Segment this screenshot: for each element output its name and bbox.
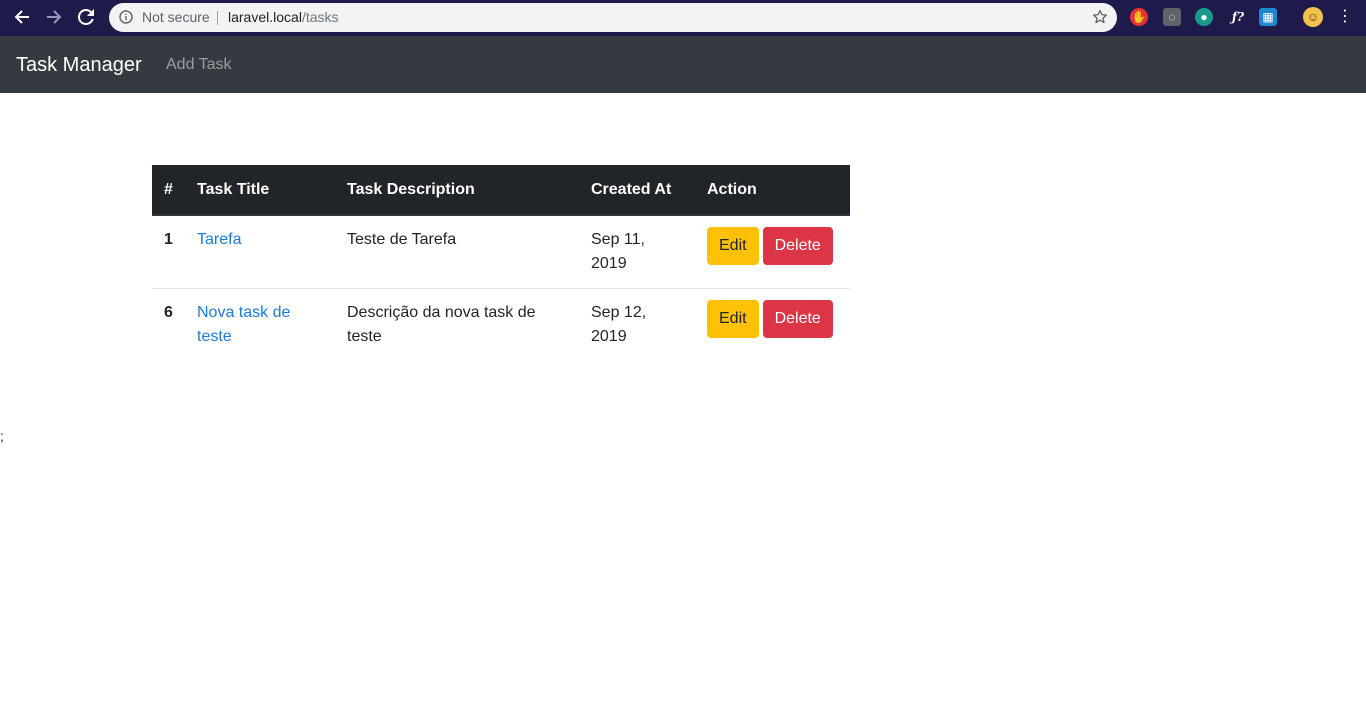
delete-button[interactable]: Delete bbox=[762, 300, 833, 338]
info-icon[interactable] bbox=[119, 10, 133, 24]
task-title-link[interactable]: Tarefa bbox=[197, 231, 241, 248]
brand-link[interactable]: Task Manager bbox=[16, 52, 142, 78]
app-navbar: Task Manager Add Task bbox=[0, 36, 1366, 93]
table-row: 6 Nova task de teste Descrição da nova t… bbox=[152, 288, 850, 361]
header-id: # bbox=[152, 165, 185, 216]
edit-button[interactable]: Edit bbox=[707, 227, 759, 265]
task-created-at: Sep 11, 2019 bbox=[591, 231, 645, 272]
adblock-extension-icon[interactable]: ✋ bbox=[1130, 8, 1148, 26]
menu-icon[interactable]: ⋮ bbox=[1337, 8, 1353, 26]
task-title-cell: Tarefa bbox=[185, 215, 335, 289]
url-path: /tasks bbox=[301, 9, 339, 25]
url-divider bbox=[217, 11, 218, 25]
header-action: Action bbox=[695, 165, 850, 216]
url-host: laravel.local bbox=[228, 9, 302, 25]
forward-button[interactable] bbox=[42, 6, 66, 28]
task-description: Descrição da nova task de teste bbox=[335, 288, 579, 361]
task-id: 1 bbox=[164, 231, 173, 248]
task-description: Teste de Tarefa bbox=[347, 231, 457, 248]
browser-toolbar: Not secure laravel.local/tasks ✋ ◌ ● ƒ? ▦ ☺ ⋮ bbox=[0, 0, 1366, 36]
profile-avatar-icon[interactable]: ☺ bbox=[1303, 7, 1323, 27]
url-text[interactable]: laravel.local/tasks bbox=[228, 3, 339, 32]
task-actions: Edit Delete bbox=[695, 215, 850, 289]
task-created-at: Sep 12, 2019 bbox=[579, 288, 695, 361]
reload-icon bbox=[78, 9, 94, 25]
task-id: 6 bbox=[152, 288, 185, 361]
add-task-link[interactable]: Add Task bbox=[166, 55, 232, 75]
tasks-table: # Task Title Task Description Created At… bbox=[152, 165, 850, 361]
back-button[interactable] bbox=[10, 6, 34, 28]
address-bar[interactable]: Not secure laravel.local/tasks bbox=[109, 3, 1117, 32]
header-description: Task Description bbox=[335, 165, 579, 216]
table-row: 1 Tarefa Teste de Tarefa Sep 11, 2019 Ed… bbox=[152, 215, 850, 289]
bookmark-star-icon[interactable] bbox=[1092, 9, 1108, 25]
stray-text: ; bbox=[0, 428, 4, 444]
task-actions: Edit Delete bbox=[695, 288, 850, 361]
task-title-link[interactable]: Nova task de teste bbox=[197, 304, 290, 345]
header-created-at: Created At bbox=[579, 165, 695, 216]
security-label[interactable]: Not secure bbox=[142, 3, 210, 32]
table-header: # Task Title Task Description Created At… bbox=[152, 165, 850, 216]
reload-button[interactable] bbox=[74, 6, 98, 28]
edit-button[interactable]: Edit bbox=[707, 300, 759, 338]
trello-extension-icon[interactable]: ▦ bbox=[1259, 8, 1277, 26]
task-title-cell: Nova task de teste bbox=[185, 288, 335, 361]
palette-extension-icon[interactable]: ● bbox=[1195, 8, 1213, 26]
table-body: 1 Tarefa Teste de Tarefa Sep 11, 2019 Ed… bbox=[152, 215, 850, 361]
header-title: Task Title bbox=[185, 165, 335, 216]
lightbulb-extension-icon[interactable]: ◌ bbox=[1163, 8, 1181, 26]
arrow-right-icon bbox=[47, 10, 62, 24]
arrow-left-icon bbox=[14, 10, 29, 24]
function-extension-icon[interactable]: ƒ? bbox=[1227, 8, 1249, 26]
delete-button[interactable]: Delete bbox=[762, 227, 833, 265]
